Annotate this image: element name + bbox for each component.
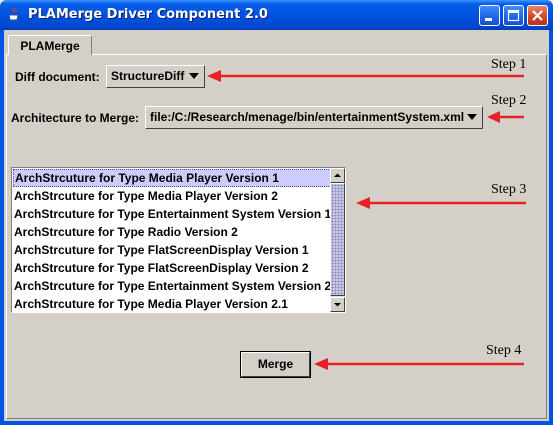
- minimize-button[interactable]: [479, 5, 500, 26]
- close-icon: [532, 10, 543, 21]
- window-title: PLAMerge Driver Component 2.0: [28, 7, 268, 22]
- list-item[interactable]: ArchStrcuture for Type FlatScreenDisplay…: [13, 241, 331, 259]
- list-item[interactable]: ArchStrcuture for Type Radio Version 2: [13, 223, 331, 241]
- java-cup-icon: [8, 7, 20, 23]
- architecture-combobox[interactable]: file:/C:/Research/menage/bin/entertainme…: [145, 106, 483, 129]
- vertical-scrollbar[interactable]: [330, 168, 345, 312]
- maximize-button[interactable]: [503, 5, 524, 26]
- step-3-label: Step 3: [491, 182, 527, 197]
- chevron-down-icon: [467, 114, 477, 120]
- arrow-up-icon: [334, 173, 341, 177]
- list-item[interactable]: ArchStrcuture for Type Media Player Vers…: [13, 187, 331, 205]
- list-item[interactable]: ArchStrcuture for Type Entertainment Sys…: [13, 277, 331, 295]
- close-button[interactable]: [527, 5, 548, 26]
- list-item[interactable]: ArchStrcuture for Type Entertainment Sys…: [13, 205, 331, 223]
- tab-label: PLAMerge: [20, 39, 80, 53]
- scroll-thumb[interactable]: [330, 183, 345, 296]
- title-bar[interactable]: PLAMerge Driver Component 2.0: [0, 0, 553, 30]
- arrow-down-icon: [334, 303, 341, 307]
- architecture-list-items: ArchStrcuture for Type Media Player Vers…: [13, 169, 331, 312]
- diff-document-value: StructureDiff: [111, 69, 185, 83]
- tab-plamerge[interactable]: PLAMerge: [8, 35, 92, 55]
- scroll-down-button[interactable]: [330, 297, 345, 312]
- maximize-icon: [507, 9, 520, 22]
- diff-document-combobox[interactable]: StructureDiff: [106, 65, 205, 88]
- diff-document-label: Diff document:: [15, 70, 100, 84]
- architecture-value: file:/C:/Research/menage/bin/entertainme…: [150, 110, 465, 124]
- step-4-label: Step 4: [486, 343, 522, 358]
- architecture-label: Architecture to Merge:: [11, 111, 140, 125]
- minimize-icon: [485, 18, 492, 21]
- scroll-up-button[interactable]: [330, 168, 345, 183]
- architecture-list[interactable]: ArchStrcuture for Type Media Player Vers…: [11, 167, 346, 313]
- list-item[interactable]: ArchStrcuture for Type Media Player Vers…: [13, 295, 331, 312]
- chevron-down-icon: [189, 73, 199, 79]
- list-item[interactable]: ArchStrcuture for Type Media Player Vers…: [13, 169, 331, 187]
- list-item[interactable]: ArchStrcuture for Type FlatScreenDisplay…: [13, 259, 331, 277]
- step-1-label: Step 1: [491, 57, 527, 72]
- step-2-label: Step 2: [491, 93, 527, 108]
- merge-button[interactable]: Merge: [240, 351, 311, 378]
